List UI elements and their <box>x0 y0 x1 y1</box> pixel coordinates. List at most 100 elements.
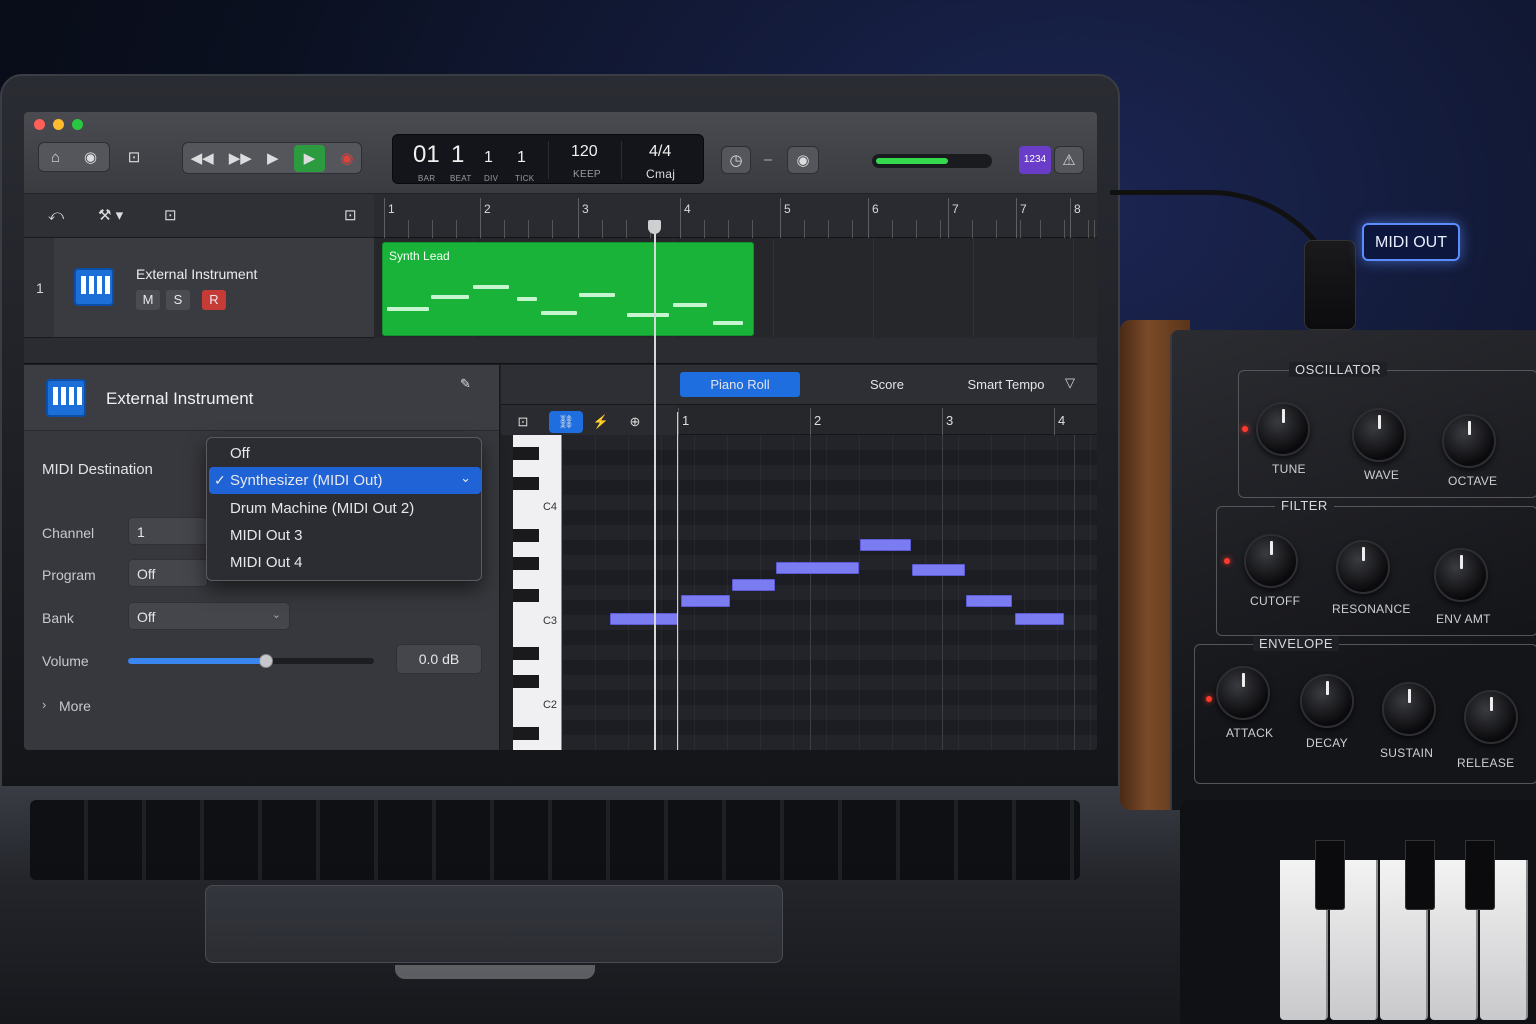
black-key[interactable] <box>513 557 539 570</box>
sustain-knob[interactable] <box>1382 682 1436 736</box>
zoom-icon[interactable]: ⊕ <box>623 411 647 433</box>
record-enable-button[interactable]: R <box>202 290 226 310</box>
track-header[interactable]: 1 External Instrument M S R <box>24 238 374 338</box>
mute-button[interactable]: M <box>136 290 160 310</box>
decay-knob[interactable] <box>1300 674 1354 728</box>
more-disclosure[interactable]: More <box>59 698 91 714</box>
menu-item-midi-out-4[interactable]: MIDI Out 4 <box>207 549 481 576</box>
playhead-line[interactable] <box>654 230 656 750</box>
midi-note[interactable] <box>1015 613 1064 625</box>
midi-note[interactable] <box>912 564 965 576</box>
octave-knob[interactable] <box>1442 414 1496 468</box>
channel-label: Channel <box>42 525 95 541</box>
black-key[interactable] <box>513 529 539 542</box>
record-icon[interactable]: ◉ <box>340 151 353 166</box>
track-name[interactable]: External Instrument <box>136 266 257 282</box>
edit-icon[interactable]: ✎ <box>460 377 471 390</box>
chevron-right-icon[interactable]: › <box>42 697 46 712</box>
pointer-tool-icon[interactable]: ⊡ <box>511 411 535 433</box>
catch-playhead-icon[interactable]: ⊡ <box>164 208 177 223</box>
snap-icon[interactable]: ⚡ <box>589 411 613 433</box>
section-title: FILTER <box>1275 498 1334 513</box>
midi-note[interactable] <box>610 613 678 625</box>
tab-score[interactable]: Score <box>827 372 947 397</box>
close-window-button[interactable] <box>34 119 45 130</box>
count-in-button[interactable]: 1234 <box>1019 146 1051 174</box>
key-label-c4: C4 <box>542 501 557 513</box>
ruler-tick <box>1088 220 1089 238</box>
editor-playhead-line[interactable] <box>677 412 678 750</box>
volume-slider-knob[interactable] <box>259 654 273 668</box>
black-key[interactable] <box>1405 840 1435 910</box>
inspector-header: External Instrument ✎ <box>24 365 499 431</box>
tune-knob[interactable] <box>1256 402 1310 456</box>
add-track-icon[interactable]: ⤺ <box>48 208 64 223</box>
rewind-icon[interactable]: ◀◀ <box>191 151 214 166</box>
tab-smart-tempo[interactable]: Smart Tempo <box>931 372 1081 397</box>
minimize-window-button[interactable] <box>53 119 64 130</box>
solo-button[interactable]: S <box>166 290 190 310</box>
midi-note[interactable] <box>860 539 911 551</box>
ruler-bar-number: 3 <box>582 202 589 216</box>
library-icon[interactable]: ⌂ <box>51 150 60 165</box>
link-icon[interactable]: ⛓ <box>549 411 583 433</box>
wave-knob[interactable] <box>1352 408 1406 462</box>
go-to-start-icon[interactable]: ▶ <box>267 151 279 166</box>
inspector-icon[interactable]: ◉ <box>84 150 97 165</box>
playhead-handle[interactable] <box>648 220 661 234</box>
play-icon[interactable]: ▶ <box>293 144 326 172</box>
bank-select[interactable]: Off ⌄ <box>128 602 290 630</box>
cutoff-knob[interactable] <box>1244 534 1298 588</box>
black-key[interactable] <box>1465 840 1495 910</box>
release-knob[interactable] <box>1464 690 1518 744</box>
lcd-key[interactable]: Cmaj <box>646 167 675 181</box>
timeline-ruler[interactable]: 1 2 3 4 5 6 7 7 8 <box>374 194 1097 238</box>
zoom-window-button[interactable] <box>72 119 83 130</box>
fast-forward-icon[interactable]: ▶▶ <box>229 151 252 166</box>
grid-bar-line <box>942 435 943 750</box>
midi-note[interactable] <box>776 562 859 574</box>
region-note <box>387 307 429 311</box>
piano-keyboard[interactable]: C4 C3 C2 <box>513 435 562 750</box>
tab-piano-roll[interactable]: Piano Roll <box>680 372 800 397</box>
black-key[interactable] <box>513 589 539 602</box>
tuner-button[interactable]: ◉ <box>787 146 819 174</box>
black-key[interactable] <box>513 447 539 460</box>
menu-item-synthesizer[interactable]: ✓ Synthesizer (MIDI Out) ⌄ <box>209 467 481 494</box>
editor-ruler[interactable]: 1 2 3 4 <box>676 405 1097 435</box>
knob-label: WAVE <box>1364 468 1400 482</box>
menu-item-midi-out-3[interactable]: MIDI Out 3 <box>207 522 481 549</box>
global-tracks-icon[interactable]: ⊡ <box>344 208 357 223</box>
mixer-button[interactable]: ⊡ <box>120 144 148 170</box>
volume-value-field[interactable]: 0.0 dB <box>396 644 482 674</box>
note-grid[interactable] <box>563 435 1097 750</box>
lcd-tempo[interactable]: 120 <box>571 143 598 161</box>
laptop-keyboard <box>30 800 1080 880</box>
collapse-editor-icon[interactable]: ▽ <box>1065 376 1075 389</box>
empty-track-area[interactable] <box>24 338 1097 364</box>
channel-field[interactable]: 1 <box>128 517 208 545</box>
black-key[interactable] <box>513 727 539 740</box>
ruler-bar-number: 5 <box>784 202 791 216</box>
warning-button[interactable]: ⚠ <box>1054 146 1084 174</box>
black-key[interactable] <box>513 477 539 490</box>
metronome-button[interactable]: ◷ <box>721 146 751 174</box>
midi-region[interactable]: Synth Lead <box>382 242 754 336</box>
black-key[interactable] <box>1315 840 1345 910</box>
ruler-bar-line <box>1016 198 1017 238</box>
lcd-time-signature[interactable]: 4/4 <box>649 143 671 161</box>
black-key[interactable] <box>513 647 539 660</box>
midi-note[interactable] <box>966 595 1012 607</box>
lcd-separator <box>621 141 622 179</box>
ruler-bar-line <box>578 198 579 238</box>
resonance-knob[interactable] <box>1336 540 1390 594</box>
env-amt-knob[interactable] <box>1434 548 1488 602</box>
program-field[interactable]: Off <box>128 559 208 587</box>
midi-note[interactable] <box>732 579 775 591</box>
menu-item-drum-machine[interactable]: Drum Machine (MIDI Out 2) <box>207 495 481 522</box>
midi-note[interactable] <box>681 595 730 607</box>
edit-tool-icon[interactable]: ⚒ ▾ <box>98 208 123 223</box>
black-key[interactable] <box>513 675 539 688</box>
attack-knob[interactable] <box>1216 666 1270 720</box>
menu-item-off[interactable]: Off <box>207 440 481 467</box>
